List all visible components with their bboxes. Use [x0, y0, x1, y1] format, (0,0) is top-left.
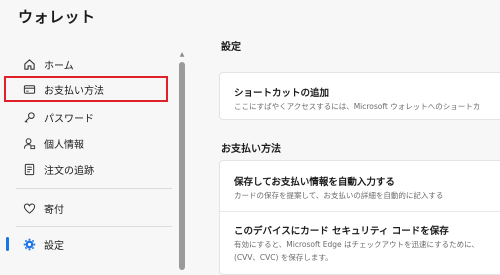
- heart-icon: [22, 201, 36, 215]
- sidebar-item-label: 個人情報: [44, 139, 84, 151]
- shortcut-row[interactable]: ショートカットの追加 ここにすばやくアクセスするには、Microsoft ウォレ…: [234, 85, 500, 112]
- save-cvc-title: このデバイスにカード セキュリティ コードを保存: [234, 226, 449, 237]
- save-cvc-row[interactable]: このデバイスにカード セキュリティ コードを保存 有効にすると、Microsof…: [234, 223, 500, 263]
- document-icon: [22, 162, 36, 176]
- sidebar-item-payment-methods[interactable]: お支払い方法: [4, 76, 168, 102]
- sidebar-item-label: ホーム: [44, 60, 74, 72]
- shortcut-card[interactable]: ショートカットの追加 ここにすばやくアクセスするには、Microsoft ウォレ…: [219, 72, 500, 120]
- shortcut-description: ここにすばやくアクセスするには、Microsoft ウォレットへのショートカ: [234, 102, 481, 111]
- card-divider: [220, 211, 500, 212]
- scroll-up-arrow-icon[interactable]: ▲: [178, 52, 186, 58]
- autofill-payment-row[interactable]: 保存してお支払い情報を自動入力する カードの保存を提案して、お支払いの詳細を自動…: [234, 174, 500, 201]
- payment-settings-card: 保存してお支払い情報を自動入力する カードの保存を提案して、お支払いの詳細を自動…: [219, 160, 500, 275]
- key-icon: [22, 110, 36, 124]
- payment-methods-heading: お支払い方法: [221, 144, 281, 155]
- sidebar-item-label: お支払い方法: [44, 85, 104, 97]
- sidebar: ホーム お支払い方法 パスワード 個人情報 注文の追跡 寄付 設定 ▲: [0, 48, 192, 270]
- shortcut-title: ショートカットの追加: [234, 88, 330, 99]
- sidebar-item-donations[interactable]: 寄付: [4, 195, 168, 221]
- sidebar-item-settings[interactable]: 設定: [4, 231, 168, 257]
- save-cvc-description-line2: (CVV、CVC) を保存します。: [234, 253, 333, 262]
- home-icon: [22, 57, 36, 71]
- sidebar-item-label: 設定: [44, 240, 64, 252]
- sidebar-item-label: 寄付: [44, 204, 64, 216]
- main-content: 設定 ショートカットの追加 ここにすばやくアクセスするには、Microsoft …: [205, 0, 500, 275]
- autofill-payment-description: カードの保存を提案して、お支払いの詳細を自動的に記入する: [234, 191, 444, 200]
- gear-icon: [22, 237, 36, 251]
- sidebar-item-home[interactable]: ホーム: [4, 51, 168, 77]
- person-icon: [22, 136, 36, 150]
- sidebar-scrollbar[interactable]: ▲: [178, 48, 186, 270]
- sidebar-divider: [16, 188, 172, 189]
- autofill-payment-title: 保存してお支払い情報を自動入力する: [234, 177, 395, 188]
- app-title: ウォレット: [18, 8, 96, 26]
- settings-heading: 設定: [221, 42, 241, 53]
- save-cvc-description-line1: 有効にすると、Microsoft Edge はチェックアウトを迅速にするために、: [234, 240, 479, 249]
- sidebar-item-personal-info[interactable]: 個人情報: [4, 130, 168, 156]
- sidebar-item-passwords[interactable]: パスワード: [4, 104, 168, 130]
- sidebar-item-label: パスワード: [44, 113, 94, 125]
- sidebar-item-label: 注文の追跡: [44, 165, 94, 177]
- sidebar-item-order-tracking[interactable]: 注文の追跡: [4, 156, 168, 182]
- sidebar-divider: [16, 226, 172, 227]
- scrollbar-thumb[interactable]: [179, 62, 185, 270]
- credit-card-icon: [22, 82, 36, 96]
